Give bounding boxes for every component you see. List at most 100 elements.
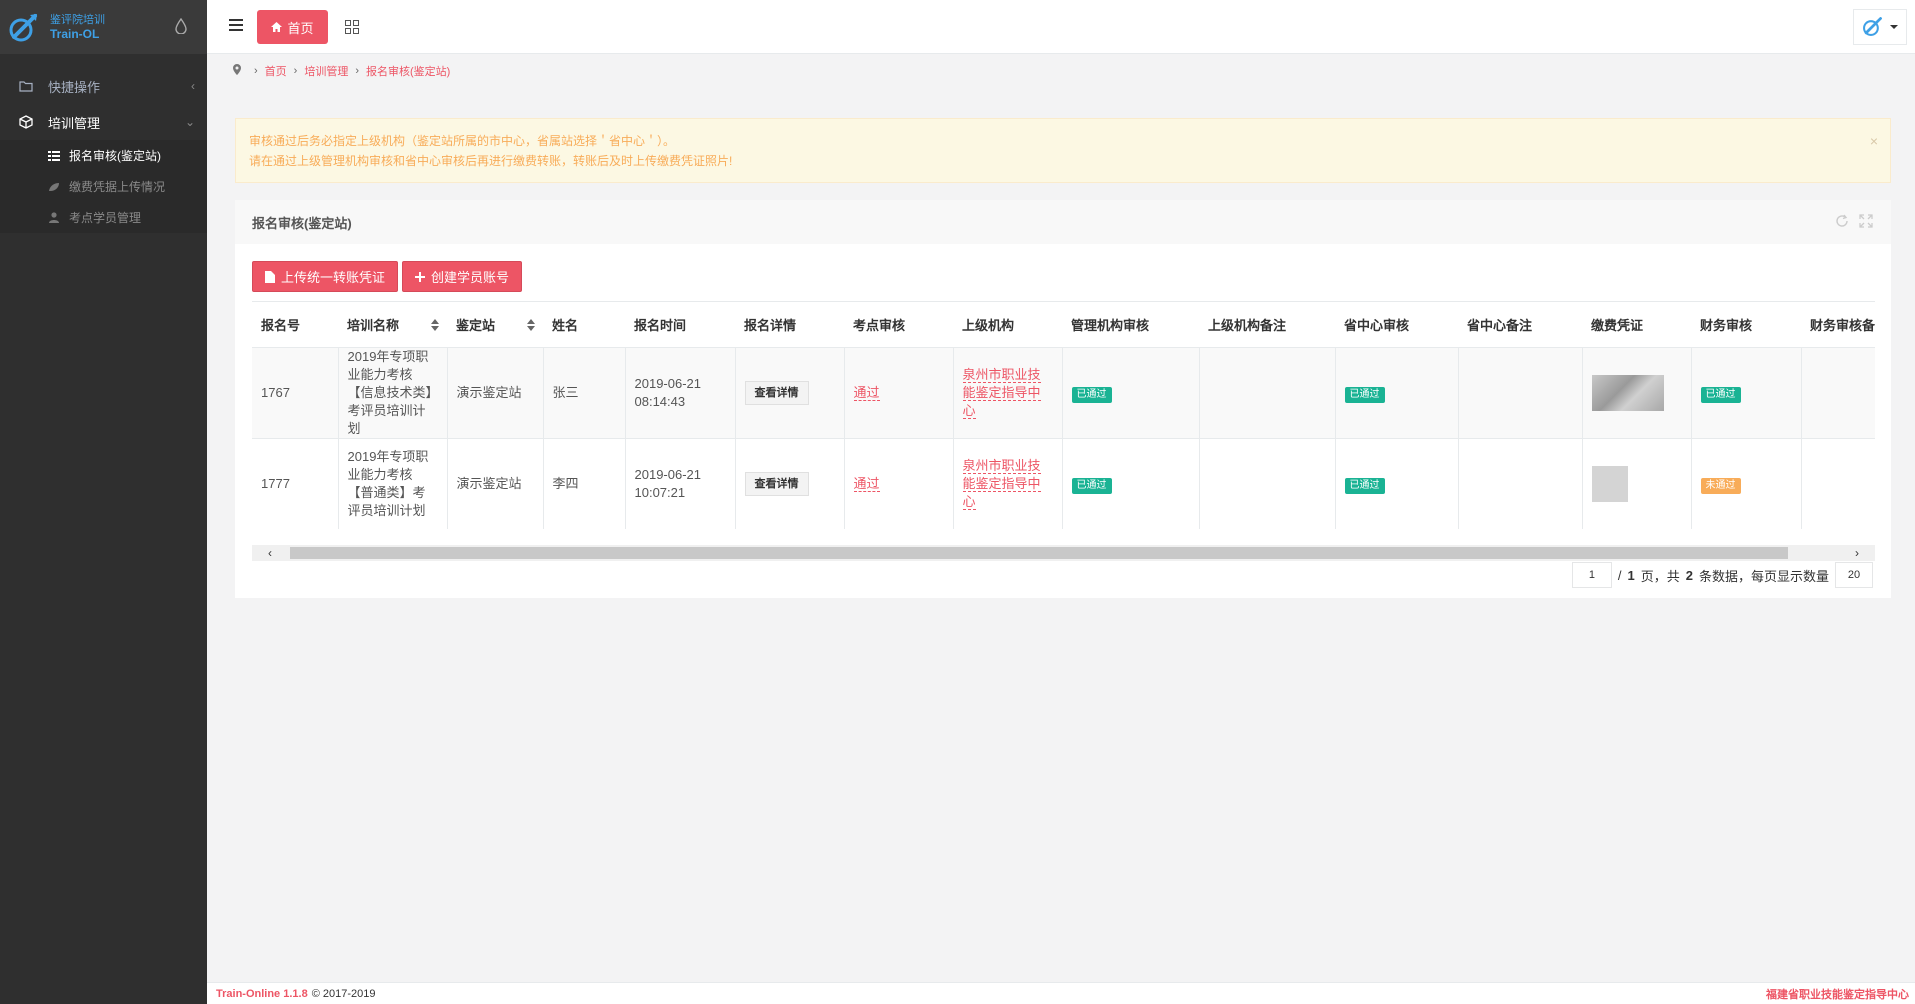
col-header-station[interactable]: 鉴定站 [447,301,543,348]
col-header-parent-note[interactable]: 上级机构备注 [1199,301,1335,348]
create-student-account-label: 创建学员账号 [431,270,510,285]
breadcrumb: › 首页 › 培训管理 › 报名审核(鉴定站) [233,64,450,78]
top-header: 首页 [207,0,1915,54]
hamburger-menu-icon[interactable] [229,19,243,31]
col-header-payment-voucher[interactable]: 缴费凭证 [1582,301,1691,348]
sidebar-item-label: 培训管理 [48,115,101,131]
sidebar-subitem-label: 缴费凭据上传情况 [69,180,166,194]
caret-down-icon [1890,25,1898,29]
cell-site-review: 通过 [843,438,953,529]
col-header-prov-note[interactable]: 省中心备注 [1458,301,1582,348]
horizontal-scrollbar[interactable]: ‹ › [252,545,1875,561]
site-review-link[interactable]: 通过 [853,476,880,492]
upload-transfer-voucher-button[interactable]: 上传统一转账凭证 [252,261,399,292]
pager-text-b: 页，共 [1640,568,1680,584]
close-icon[interactable]: × [1870,131,1878,151]
grid-icon[interactable] [345,20,359,34]
cell-prov-note [1457,438,1582,529]
cell-station: 演示鉴定站 [446,438,543,529]
status-badge: 未通过 [1700,477,1741,494]
theme-drop-icon[interactable] [175,17,187,35]
refresh-icon[interactable] [1835,214,1849,231]
page-input[interactable]: 1 [1571,562,1612,588]
cell-name: 李四 [542,438,625,529]
avatar [1862,15,1884,40]
status-badge: 已通过 [1344,477,1385,494]
action-buttons: 上传统一转账凭证 创建学员账号 [252,261,523,292]
sort-icon[interactable] [527,319,535,334]
pager-total-pages: 1 [1627,567,1635,583]
footer-brand: Train-Online 1.1.8 [216,987,308,1000]
cell-parent-org: 泉州市职业技能鉴定指导中心 [952,347,1062,439]
scrollbar-thumb[interactable] [290,547,1788,559]
status-badge: 已通过 [1344,386,1385,403]
warning-alert: 审核通过后务必指定上级机构（鉴定站所属的市中心，省属站选择＇省中心＇）。 请在通… [235,118,1891,183]
footer-copyright: © 2017-2019 [311,987,376,1000]
cell-training: 2019年专项职业能力考核【信息技术类】考评员培训计划 [337,347,447,439]
sidebar-item-label: 快捷操作 [48,79,101,95]
col-header-time[interactable]: 报名时间 [625,301,735,348]
chevron-down-icon: ⌄ [184,115,195,129]
cell-payment-voucher [1581,438,1691,529]
chevron-left-icon: ‹ [191,79,195,93]
breadcrumb-training[interactable]: 培训管理 [304,63,348,79]
cell-mgmt-review: 已通过 [1061,347,1199,439]
logo-line2: Train-OL [50,27,100,41]
view-detail-button[interactable]: 查看详情 [744,381,809,405]
view-detail-button[interactable]: 查看详情 [744,472,809,496]
sidebar-subitem-payment-upload[interactable]: 缴费凭据上传情况 [0,171,207,202]
cell-time: 2019-06-21 08:14:43 [624,347,735,439]
breadcrumb-home[interactable]: 首页 [265,63,287,79]
cell-id: 1767 [252,347,338,439]
voucher-thumbnail[interactable] [1591,375,1664,411]
sort-icon[interactable] [431,319,439,334]
chevron-right-icon: › [254,65,258,77]
voucher-thumbnail[interactable] [1591,466,1628,502]
sidebar-item-training-mgmt[interactable]: 培训管理 ⌄ [0,104,207,140]
page-size-select[interactable]: 20 [1835,562,1873,588]
cell-name: 张三 [542,347,625,439]
col-header-finance-note[interactable]: 财务审核备注 [1801,301,1875,348]
logo-icon [8,11,40,43]
col-header-prov-review[interactable]: 省中心审核 [1335,301,1458,348]
col-header-finance-review[interactable]: 财务审核 [1691,301,1801,348]
file-icon [265,270,275,283]
sidebar-subitem-label: 报名审核(鉴定站) [69,149,161,163]
cell-detail: 查看详情 [734,438,844,529]
table-row[interactable]: 1767 2019年专项职业能力考核【信息技术类】考评员培训计划 演示鉴定站 张… [252,347,1875,439]
cell-station: 演示鉴定站 [446,347,543,439]
scroll-right-icon[interactable]: › [1849,546,1865,560]
cell-id: 1777 [252,438,338,529]
sidebar-subitem-signup-review[interactable]: 报名审核(鉴定站) [0,140,207,171]
col-header-detail[interactable]: 报名详情 [735,301,844,348]
alert-line2: 请在通过上级管理机构审核和省中心审核后再进行缴费转账，转账后及时上传缴费凭证照片… [249,154,733,168]
map-marker-icon [233,64,241,78]
tab-home-label: 首页 [287,20,314,36]
sidebar-subitem-student-mgmt[interactable]: 考点学员管理 [0,202,207,233]
col-header-site-review[interactable]: 考点审核 [844,301,953,348]
col-header-id[interactable]: 报名号 [252,301,338,348]
col-header-mgmt-review[interactable]: 管理机构审核 [1062,301,1199,348]
sidebar-nav: 快捷操作 ‹ 培训管理 ⌄ 报名审核(鉴定站) 缴费凭据上传情况 考点学员管理 [0,68,207,233]
cell-payment-voucher [1581,347,1691,439]
tab-home[interactable]: 首页 [257,10,328,44]
logo-line1: 鉴评院培训 [50,14,105,26]
user-menu[interactable] [1853,9,1907,45]
pager-total-rows: 2 [1685,567,1693,583]
col-header-name[interactable]: 姓名 [543,301,625,348]
create-student-account-button[interactable]: 创建学员账号 [402,261,523,292]
table-row[interactable]: 1777 2019年专项职业能力考核【普通类】考评员培训计划 演示鉴定站 李四 … [252,438,1875,529]
parent-org-link[interactable]: 泉州市职业技能鉴定指导中心 [962,367,1041,419]
scroll-left-icon[interactable]: ‹ [262,546,278,560]
panel-title: 报名审核(鉴定站) [252,215,352,231]
sidebar-item-quick-actions[interactable]: 快捷操作 ‹ [0,68,207,104]
col-header-label: 培训名称 [347,318,400,333]
col-header-parent-org[interactable]: 上级机构 [953,301,1062,348]
col-header-training[interactable]: 培训名称 [338,301,447,348]
chevron-right-icon: › [355,65,360,77]
site-review-link[interactable]: 通过 [853,385,880,401]
fullscreen-icon[interactable] [1859,214,1873,231]
footer-org: 福建省职业技能鉴定指导中心 [1766,988,1909,1001]
sidebar-submenu: 报名审核(鉴定站) 缴费凭据上传情况 考点学员管理 [0,140,207,233]
parent-org-link[interactable]: 泉州市职业技能鉴定指导中心 [962,458,1041,510]
